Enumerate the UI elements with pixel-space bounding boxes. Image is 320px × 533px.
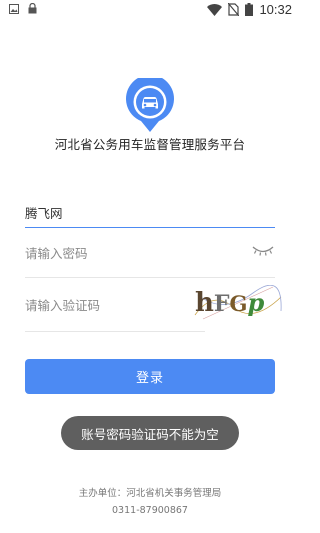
status-bar: 10:32 [0,0,300,20]
battery-icon [245,3,254,16]
password-field [25,243,275,278]
captcha-field: hFGp [25,285,282,332]
captcha-char: p [247,288,264,317]
captcha-char: F [214,291,230,317]
sponsor-text: 主办单位：河北省机关事务管理局 [78,488,222,499]
no-sim-icon [228,3,240,16]
login-button[interactable]: 登录 [25,359,275,394]
captcha-char: h [195,288,214,318]
password-input[interactable] [25,243,225,264]
wifi-icon [207,3,223,16]
captcha-image[interactable]: hFGp [193,285,283,321]
status-time: 10:32 [259,2,292,17]
image-icon [9,3,19,14]
svg-text:hFGp: hFGp [195,288,264,318]
lock-icon [28,3,37,14]
app-title: 河北省公务用车监督管理服务平台 [54,137,246,152]
captcha-underline [25,331,205,332]
username-underline [25,227,275,228]
eye-closed-icon[interactable] [251,244,275,258]
captcha-char: G [230,291,248,316]
phone-text: 0311-87900867 [112,505,188,516]
toast-message: 账号密码验证码不能为空 [61,416,239,450]
status-right-icons: 10:32 [207,2,292,17]
password-underline [25,277,275,278]
status-left-icons [9,3,37,14]
username-input[interactable] [25,202,225,222]
car-location-pin-icon [126,78,174,132]
username-field [25,202,275,228]
